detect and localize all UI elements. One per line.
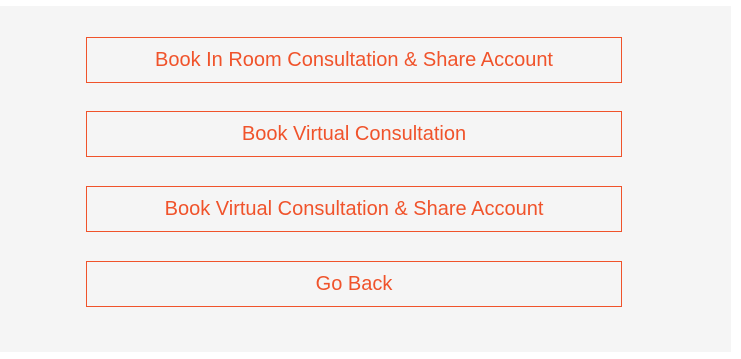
book-virtual-consultation-share-account-button[interactable]: Book Virtual Consultation & Share Accoun… bbox=[86, 186, 622, 232]
go-back-button[interactable]: Go Back bbox=[86, 261, 622, 307]
book-virtual-consultation-button[interactable]: Book Virtual Consultation bbox=[86, 111, 622, 157]
book-in-room-consultation-share-account-button[interactable]: Book In Room Consultation & Share Accoun… bbox=[86, 37, 622, 83]
consultation-options-panel: Book In Room Consultation & Share Accoun… bbox=[0, 6, 731, 352]
